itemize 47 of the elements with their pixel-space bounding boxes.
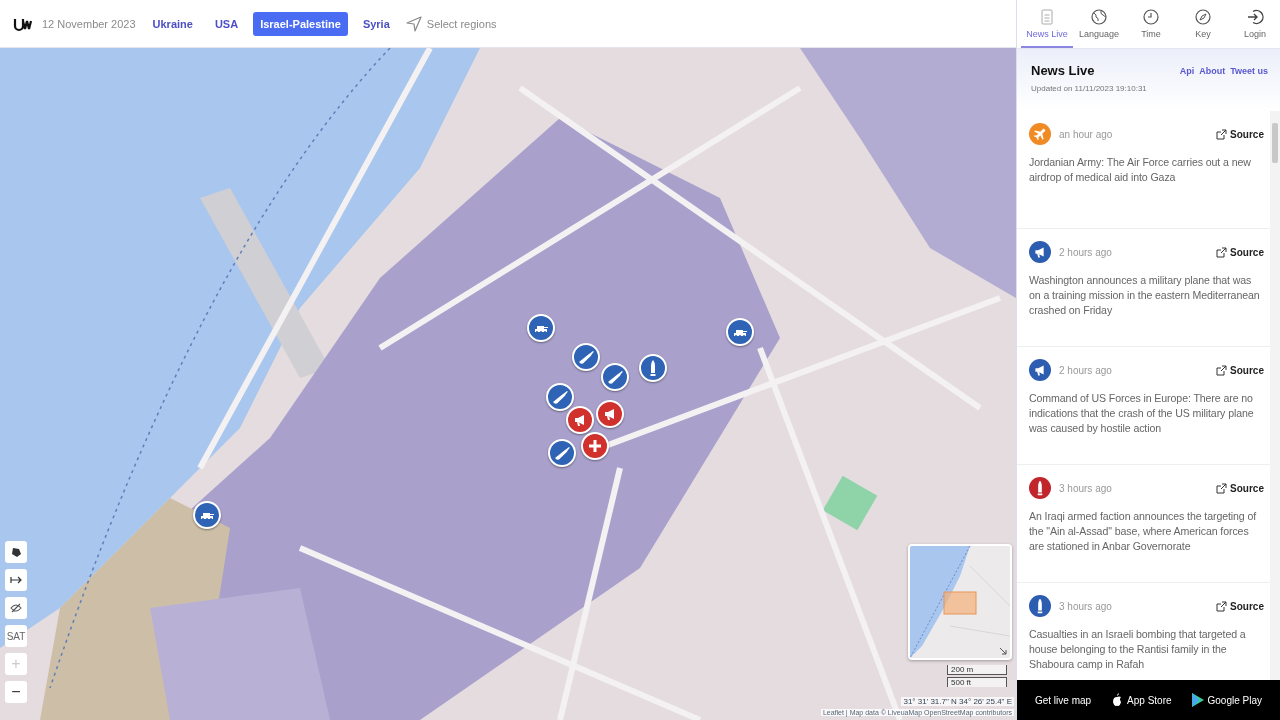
region-tab[interactable]: Israel-Palestine — [253, 11, 348, 36]
region-tab[interactable]: USA — [207, 11, 246, 36]
scrollbar[interactable] — [1270, 111, 1280, 680]
external-link-icon — [1216, 246, 1228, 258]
source-link[interactable]: Source — [1216, 482, 1264, 494]
time-label: 2 hours ago — [1059, 364, 1113, 376]
header-link[interactable]: About — [1199, 66, 1226, 76]
source-link[interactable]: Source — [1216, 364, 1264, 376]
source-link[interactable]: Source — [1216, 128, 1264, 140]
get-live-map-link[interactable]: Get live map — [1034, 694, 1092, 706]
panel-title: News Live — [1031, 63, 1096, 78]
header-link[interactable]: Api — [1179, 66, 1195, 76]
navigation-icon[interactable] — [404, 14, 423, 33]
news-text[interactable]: Jordanian Army: The Air Force carries out a new airdrop of medical aid into Gaza — [1029, 155, 1264, 185]
updated-label: Updated on 11/11/2023 19:10:31 — [1031, 84, 1147, 93]
app-store-link[interactable]: App Store — [1111, 693, 1172, 707]
date-label: 12 November 2023 — [42, 17, 136, 30]
source-link[interactable]: Source — [1216, 600, 1264, 612]
source-link[interactable]: Source — [1216, 246, 1264, 258]
time-label: 3 hours ago — [1059, 482, 1113, 494]
play-store-icon — [1191, 693, 1204, 707]
news-text[interactable]: Washington announces a military plane that was on a training mission in the eastern Mediterranean crashed on Friday — [1029, 273, 1264, 318]
region-tab[interactable]: Syria — [355, 11, 397, 36]
time-label: an hour ago — [1059, 128, 1114, 140]
nav-tab[interactable]: Key — [1177, 0, 1229, 48]
news-text[interactable]: Command of US Forces in Europe: There are no indications that the crash of the US military plane was caused by hostile action — [1029, 391, 1264, 436]
document-icon — [1038, 7, 1056, 26]
time-label: 3 hours ago — [1059, 600, 1113, 612]
compass-icon — [1194, 7, 1212, 26]
apple-icon — [1111, 693, 1124, 707]
globe-icon — [1090, 7, 1108, 26]
external-link-icon — [1216, 482, 1228, 494]
nav-tab[interactable]: Language — [1073, 0, 1125, 48]
login-icon — [1246, 7, 1264, 26]
external-link-icon — [1216, 128, 1228, 140]
select-regions-link[interactable]: Select regions — [426, 17, 497, 30]
clock-icon — [1142, 7, 1160, 26]
external-link-icon — [1216, 364, 1228, 376]
nav-tab[interactable]: Time — [1125, 0, 1177, 48]
news-text[interactable]: Casualties in an Israeli bombing that targeted a house belonging to the Rantisi family in the Shaboura camp in Rafah — [1029, 627, 1264, 672]
region-tab[interactable]: Ukraine — [145, 11, 200, 36]
google-play-link[interactable]: Google Play — [1191, 693, 1262, 707]
header-link[interactable]: Tweet us — [1230, 66, 1268, 76]
external-link-icon — [1216, 600, 1228, 612]
nav-tab[interactable]: Login — [1229, 0, 1280, 48]
time-label: 2 hours ago — [1059, 246, 1113, 258]
news-text[interactable]: An Iraqi armed faction announces the targeting of the "Ain al-Assad" base, where American forces are stationed in Anbar Governorate — [1029, 509, 1264, 554]
